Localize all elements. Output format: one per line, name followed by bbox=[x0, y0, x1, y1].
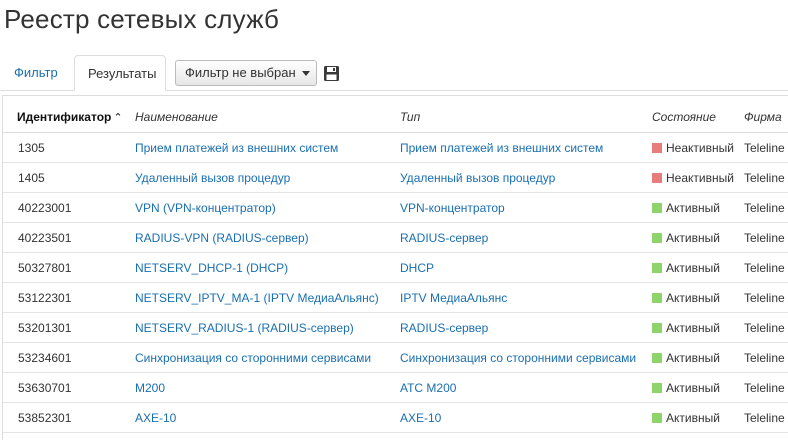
table-row: 53630701 M200 АТС M200 Активный Teleline bbox=[3, 373, 788, 403]
services-table: Идентификатор ⌃ Наименование Тип Состояни… bbox=[2, 95, 788, 440]
cell-state: Активный bbox=[652, 223, 720, 253]
cell-firm: Teleline bbox=[744, 261, 785, 275]
cell-name-link[interactable]: M200 bbox=[135, 373, 165, 403]
cell-name-link[interactable]: AXE-10 bbox=[135, 403, 176, 433]
status-indicator-icon bbox=[652, 323, 662, 333]
status-label: Активный bbox=[666, 321, 720, 335]
table-row: 53201301 NETSERV_RADIUS-1 (RADIUS-сервер)… bbox=[3, 313, 788, 343]
cell-name-link[interactable]: VPN (VPN-концентратор) bbox=[135, 193, 276, 223]
cell-type-link[interactable]: AXE-10 bbox=[400, 403, 441, 433]
cell-id: 1305 bbox=[18, 141, 45, 155]
cell-id: 53630701 bbox=[18, 381, 72, 395]
cell-id: 53234601 bbox=[18, 351, 72, 365]
cell-firm: Teleline bbox=[744, 321, 785, 335]
cell-name-link[interactable]: NETSERV_RADIUS-1 (RADIUS-сервер) bbox=[135, 313, 354, 343]
cell-firm: Teleline bbox=[744, 381, 785, 395]
table-row: 40223501 RADIUS-VPN (RADIUS-сервер) RADIUS… bbox=[3, 223, 788, 253]
status-label: Активный bbox=[666, 261, 720, 275]
cell-type-link[interactable]: Синхронизация со сторонними сервисами bbox=[400, 343, 636, 373]
cell-state: Активный bbox=[652, 253, 720, 283]
cell-state: Неактивный bbox=[652, 133, 734, 163]
status-label: Неактивный bbox=[666, 141, 734, 155]
cell-id: 1405 bbox=[18, 171, 45, 185]
status-indicator-icon bbox=[652, 173, 662, 183]
cell-id: 53201301 bbox=[18, 321, 72, 335]
cell-id: 40223501 bbox=[18, 231, 72, 245]
cell-state: Активный bbox=[652, 343, 720, 373]
cell-firm: Teleline bbox=[744, 411, 785, 425]
status-label: Активный bbox=[666, 411, 720, 425]
status-label: Активный bbox=[666, 231, 720, 245]
status-label: Активный bbox=[666, 381, 720, 395]
cell-state: Активный bbox=[652, 313, 720, 343]
status-label: Неактивный bbox=[666, 171, 734, 185]
tabs-bar: Фильтр Результаты Фильтр не выбран bbox=[0, 55, 788, 91]
status-label: Активный bbox=[666, 291, 720, 305]
cell-name-link[interactable]: Удаленный вызов процедур bbox=[135, 163, 290, 193]
tab-results[interactable]: Результаты bbox=[74, 55, 166, 91]
page-title: Реестр сетевых служб bbox=[4, 4, 280, 34]
sort-ascending-icon: ⌃ bbox=[113, 112, 123, 124]
cell-type-link[interactable]: RADIUS-сервер bbox=[400, 223, 488, 253]
cell-firm: Teleline bbox=[744, 141, 785, 155]
status-indicator-icon bbox=[652, 203, 662, 213]
status-label: Активный bbox=[666, 351, 720, 365]
table-row: 40223001 VPN (VPN-концентратор) VPN-концен… bbox=[3, 193, 788, 223]
cell-type-link[interactable]: АТС M200 bbox=[400, 373, 456, 403]
cell-id: 53852301 bbox=[18, 411, 72, 425]
table-row: 53234601 Синхронизация со сторонними серв… bbox=[3, 343, 788, 373]
status-label: Активный bbox=[666, 201, 720, 215]
cell-firm: Teleline bbox=[744, 201, 785, 215]
cell-state: Неактивный bbox=[652, 163, 734, 193]
table-row: 1405 Удаленный вызов процедур Удаленный вы… bbox=[3, 163, 788, 193]
tab-filter[interactable]: Фильтр bbox=[14, 55, 58, 91]
cell-state: Активный bbox=[652, 403, 720, 433]
cell-id: 40223001 bbox=[18, 201, 72, 215]
cell-name-link[interactable]: Прием платежей из внешних систем bbox=[135, 133, 338, 163]
cell-name-link[interactable]: NETSERV_DHCP-1 (DHCP) bbox=[135, 253, 288, 283]
status-indicator-icon bbox=[652, 413, 662, 423]
cell-firm: Teleline bbox=[744, 351, 785, 365]
cell-type-link[interactable]: RADIUS-сервер bbox=[400, 313, 488, 343]
caret-down-icon bbox=[301, 71, 310, 77]
cell-type-link[interactable]: IPTV МедиаАльянс bbox=[400, 283, 507, 313]
cell-id: 53122301 bbox=[18, 291, 72, 305]
cell-state: Активный bbox=[652, 193, 720, 223]
filter-select-dropdown[interactable]: Фильтр не выбран bbox=[175, 60, 317, 86]
cell-name-link[interactable]: RADIUS-VPN (RADIUS-сервер) bbox=[135, 223, 309, 253]
cell-type-link[interactable]: Удаленный вызов процедур bbox=[400, 163, 555, 193]
cell-name-link[interactable]: NETSERV_IPTV_MA-1 (IPTV МедиаАльянс) bbox=[135, 283, 379, 313]
status-indicator-icon bbox=[652, 233, 662, 243]
cell-firm: Teleline bbox=[744, 171, 785, 185]
cell-type-link[interactable]: Прием платежей из внешних систем bbox=[400, 133, 603, 163]
cell-firm: Teleline bbox=[744, 231, 785, 245]
cell-state: Активный bbox=[652, 283, 720, 313]
status-indicator-icon bbox=[652, 143, 662, 153]
cell-type-link[interactable]: VPN-концентратор bbox=[400, 193, 505, 223]
status-indicator-icon bbox=[652, 353, 662, 363]
status-indicator-icon bbox=[652, 263, 662, 273]
save-icon[interactable] bbox=[323, 65, 340, 82]
cell-firm: Teleline bbox=[744, 291, 785, 305]
status-indicator-icon bbox=[652, 383, 662, 393]
table-row: 50327801 NETSERV_DHCP-1 (DHCP) DHCP Активны… bbox=[3, 253, 788, 283]
status-indicator-icon bbox=[652, 293, 662, 303]
table-row: 53122301 NETSERV_IPTV_MA-1 (IPTV МедиаАль… bbox=[3, 283, 788, 313]
cell-id: 50327801 bbox=[18, 261, 72, 275]
filter-select-label: Фильтр не выбран bbox=[185, 65, 296, 80]
cell-type-link[interactable]: DHCP bbox=[400, 253, 434, 283]
table-row: 53852301 AXE-10 AXE-10 Активный Teleline bbox=[3, 403, 788, 433]
table-row: 1305 Прием платежей из внешних систем Прие… bbox=[3, 133, 788, 163]
cell-state: Активный bbox=[652, 373, 720, 403]
cell-name-link[interactable]: Синхронизация со сторонними сервисами bbox=[135, 343, 371, 373]
table-header: Идентификатор ⌃ Наименование Тип Состояни… bbox=[3, 96, 788, 133]
